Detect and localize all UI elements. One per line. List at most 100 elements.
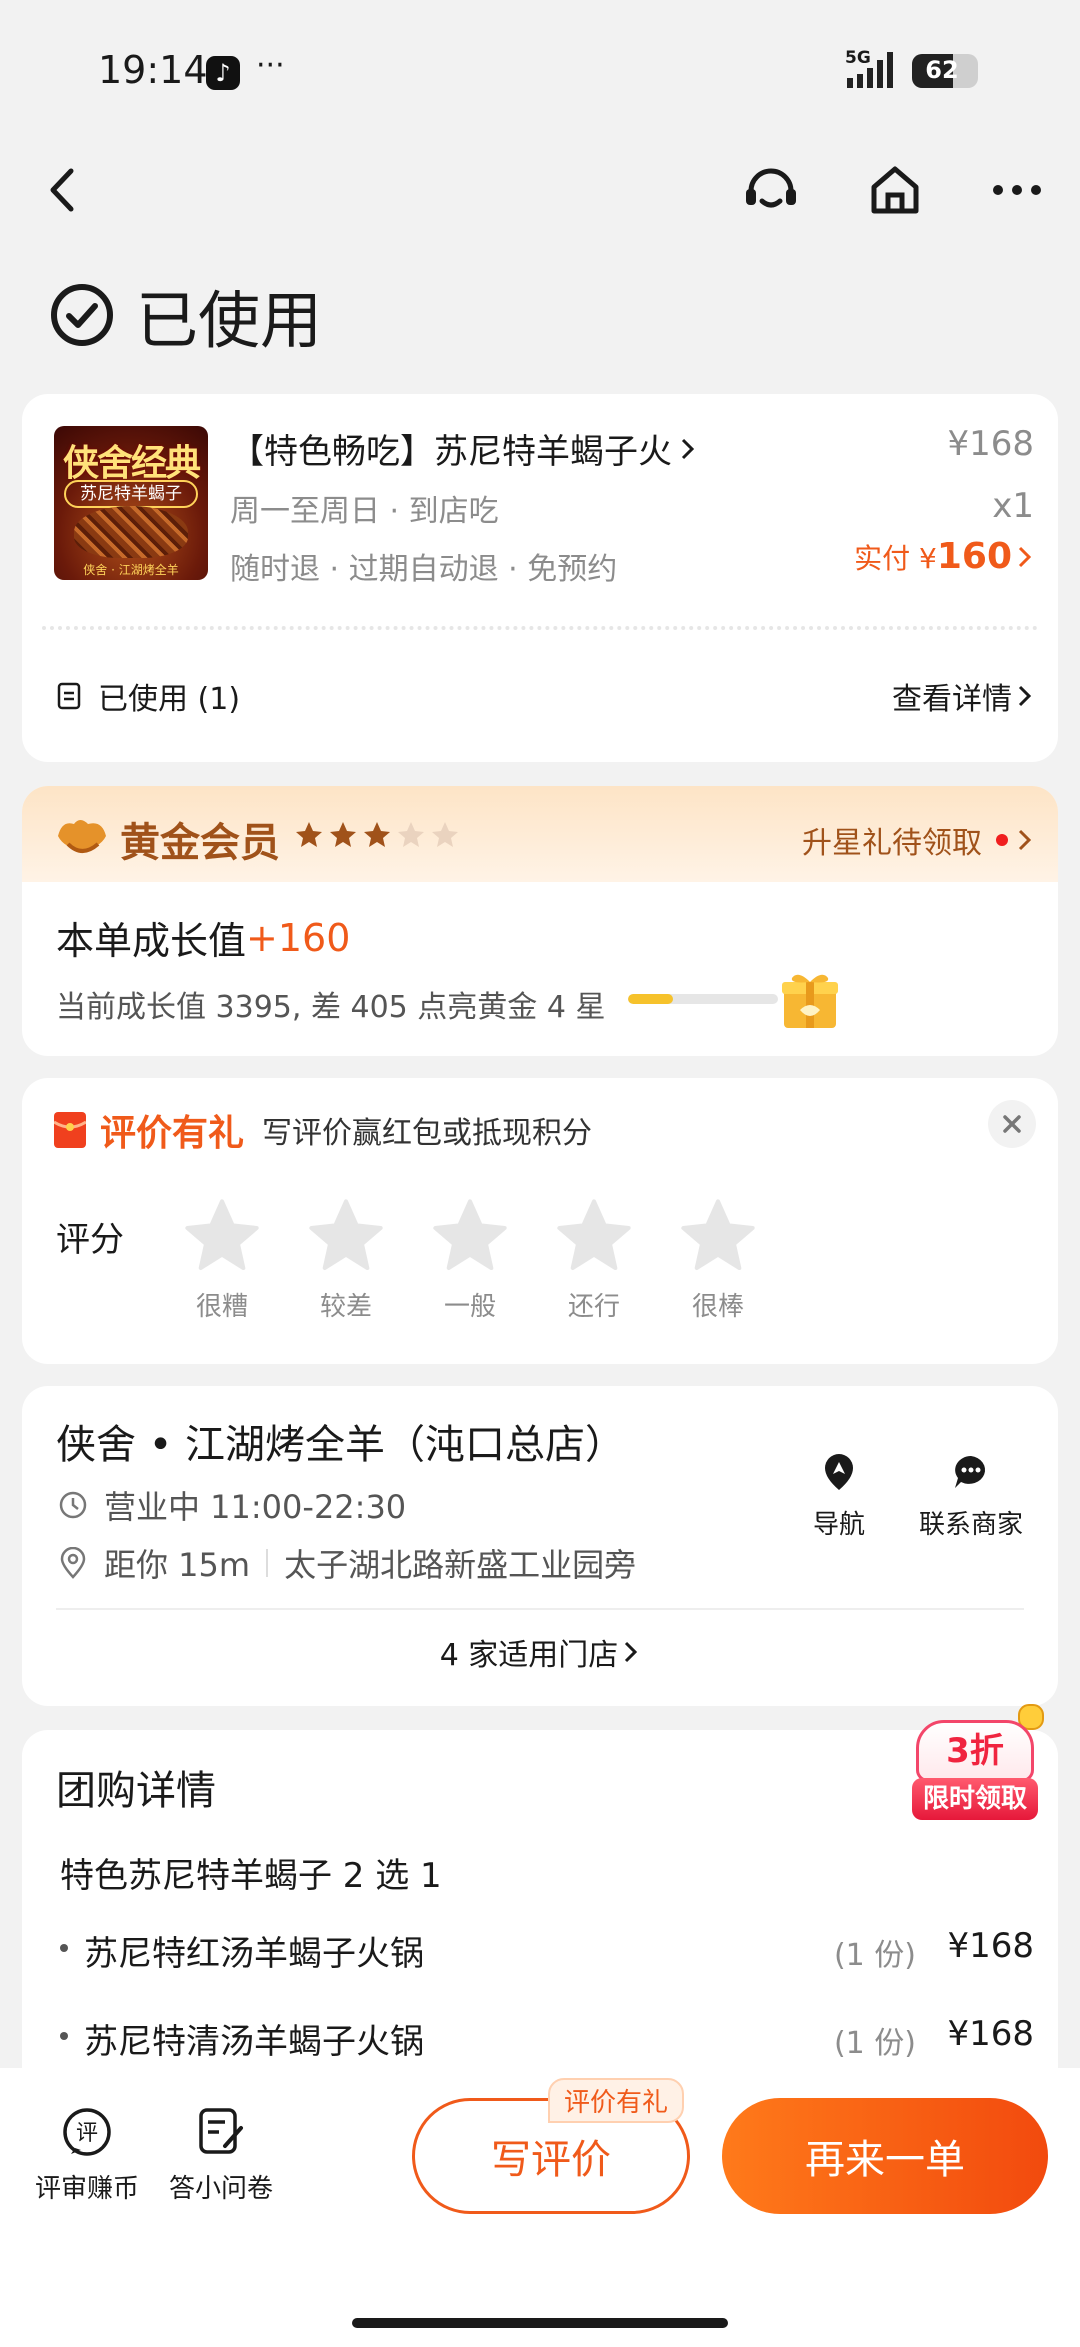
reorder-button[interactable]: 再来一单	[722, 2098, 1048, 2214]
product-quantity: x1	[992, 486, 1034, 526]
back-button[interactable]	[28, 155, 98, 225]
rating-star-3[interactable]: 一般	[420, 1196, 520, 1323]
growth-value-row: 本单成长值 +160	[56, 910, 350, 965]
thumbnail-footer: 侠舍 · 江湖烤全羊	[83, 563, 179, 577]
upgrade-gift-link[interactable]: 升星礼待领取	[802, 818, 1034, 862]
close-review-button[interactable]	[988, 1100, 1036, 1148]
store-address: 太子湖北路新盛工业园旁	[284, 1546, 637, 1584]
rating-star-2[interactable]: 较差	[296, 1196, 396, 1323]
deal-item-price: ¥168	[947, 1926, 1034, 1966]
product-thumbnail[interactable]: 侠舍经典 苏尼特羊蝎子 侠舍 · 江湖烤全羊	[54, 426, 208, 580]
rating-star-5[interactable]: 很棒	[668, 1196, 768, 1323]
rating-label: 很棒	[691, 1292, 744, 1322]
deal-item-name: 苏尼特红汤羊蝎子火锅	[84, 1934, 424, 1974]
ticket-divider	[42, 626, 1038, 630]
product-tags-line2: 随时退 · 过期自动退 · 免预约	[230, 552, 618, 587]
growth-progress-bar	[628, 994, 778, 1004]
member-level: 黄金会员	[120, 820, 280, 866]
star-outline-icon	[681, 1199, 755, 1270]
review-coin-icon: 评	[63, 2108, 111, 2156]
product-name-link[interactable]: 【特色畅吃】苏尼特羊蝎子火	[230, 424, 698, 473]
store-distance: 距你 15m	[104, 1546, 251, 1584]
bullet-icon	[60, 2032, 68, 2040]
store-divider	[56, 1608, 1024, 1610]
rating-star-1[interactable]: 很糟	[172, 1196, 272, 1323]
chevron-right-icon	[1018, 829, 1032, 851]
review-card: 评价有礼 写评价赢红包或抵现积分 评分 很糟 较差 一般 还行 很棒	[22, 1078, 1058, 1364]
rating-label: 较差	[319, 1292, 372, 1322]
rating-stars: 很糟 较差 一般 还行 很棒	[172, 1196, 755, 1346]
gift-box-icon[interactable]	[780, 970, 840, 1032]
red-envelope-icon	[54, 1112, 86, 1148]
reorder-label: 再来一单	[805, 2137, 965, 2183]
ellipsis-icon	[993, 185, 1041, 195]
deal-item-price: ¥168	[947, 2014, 1034, 2054]
rating-star-4[interactable]: 还行	[544, 1196, 644, 1323]
star-outline-icon	[557, 1199, 631, 1270]
navigation-pin-icon	[825, 1454, 853, 1490]
applicable-stores-link[interactable]: 4 家适用门店	[22, 1630, 1058, 1674]
chevron-right-icon	[1018, 685, 1032, 707]
growth-value: +160	[246, 915, 351, 960]
star-filled-icon	[330, 822, 356, 847]
view-details-label: 查看详情	[892, 682, 1012, 717]
more-options-button[interactable]	[982, 155, 1052, 225]
product-card: 侠舍经典 苏尼特羊蝎子 侠舍 · 江湖烤全羊 【特色畅吃】苏尼特羊蝎子火 周一至…	[22, 394, 1058, 762]
rating-label: 还行	[567, 1292, 620, 1322]
star-outline-icon	[185, 1199, 259, 1270]
home-indicator	[352, 2318, 728, 2328]
deal-item-qty: (1 份)	[833, 1938, 916, 1973]
member-card: 黄金会员 升星礼待领取 本单成长值 +160 当前成长值 3395, 差 405…	[22, 786, 1058, 1056]
deal-item-name: 苏尼特清汤羊蝎子火锅	[84, 2022, 424, 2062]
applicable-stores-label: 4 家适用门店	[439, 1638, 619, 1673]
status-bar: 19:14 ♪ ··· 5G 62	[0, 0, 1080, 140]
signal-icon: 5G	[845, 48, 903, 92]
document-icon	[57, 682, 81, 710]
upgrade-gift-label: 升星礼待领取	[802, 826, 982, 861]
chevron-right-icon	[1018, 546, 1032, 567]
chat-bubble-icon	[955, 1456, 986, 1488]
customer-service-button[interactable]	[736, 155, 806, 225]
score-label: 评分	[56, 1220, 124, 1260]
check-circle-icon	[51, 284, 113, 346]
member-stars	[294, 820, 464, 850]
edit-form-icon	[199, 2108, 243, 2154]
headset-icon	[746, 168, 796, 208]
used-count: 已使用 (1)	[56, 674, 240, 718]
thumbnail-title: 侠舍经典	[62, 443, 201, 484]
contact-merchant-button[interactable]: 联系商家	[896, 1450, 1046, 1541]
used-count-label: 已使用 (1)	[98, 682, 241, 717]
star-empty-icon	[432, 822, 458, 847]
tiktok-icon: ♪	[206, 56, 240, 90]
paid-label: 实付 ¥	[854, 541, 937, 575]
earn-coins-button[interactable]: 评 评审赚币	[22, 2106, 152, 2205]
order-status-header: 已使用	[50, 270, 322, 360]
bullet-icon	[60, 1944, 68, 1952]
close-icon	[1003, 1115, 1021, 1133]
home-icon	[871, 166, 919, 214]
product-tags-line1: 周一至周日 · 到店吃	[230, 494, 499, 529]
store-hours: 营业中 11:00-22:30	[104, 1488, 407, 1526]
star-outline-icon	[433, 1199, 507, 1270]
survey-button[interactable]: 答小问卷	[156, 2106, 286, 2205]
deal-title: 团购详情	[56, 1768, 216, 1814]
review-reward-badge: 评价有礼	[548, 2078, 685, 2123]
paid-amount-link[interactable]: 实付 ¥ 160	[854, 536, 1034, 577]
deal-item-qty: (1 份)	[833, 2026, 916, 2061]
crown-icon	[54, 814, 110, 858]
store-name[interactable]: 侠舍 • 江湖烤全羊（沌口总店）	[56, 1412, 625, 1470]
rating-label: 一般	[443, 1292, 496, 1322]
growth-progress-text: 当前成长值 3395, 差 405 点亮黄金 4 星	[56, 990, 606, 1025]
location-pin-icon	[60, 1547, 86, 1579]
thumbnail-food-image	[74, 506, 188, 558]
promo-main-text: 3折	[916, 1720, 1034, 1782]
navigation-label: 导航	[812, 1510, 865, 1540]
navigation-button[interactable]: 导航	[794, 1450, 884, 1541]
contact-merchant-label: 联系商家	[918, 1510, 1023, 1540]
paid-value: 160	[936, 536, 1012, 577]
bottom-action-bar: 评 评审赚币 答小问卷 写评价 评价有礼 再来一单	[0, 2068, 1080, 2347]
discount-promo-badge[interactable]: 3折 限时领取	[912, 1700, 1046, 1830]
home-button[interactable]	[860, 155, 930, 225]
deal-subtitle: 特色苏尼特羊蝎子 2 选 1	[60, 1856, 442, 1896]
view-details-link[interactable]: 查看详情	[892, 674, 1034, 718]
